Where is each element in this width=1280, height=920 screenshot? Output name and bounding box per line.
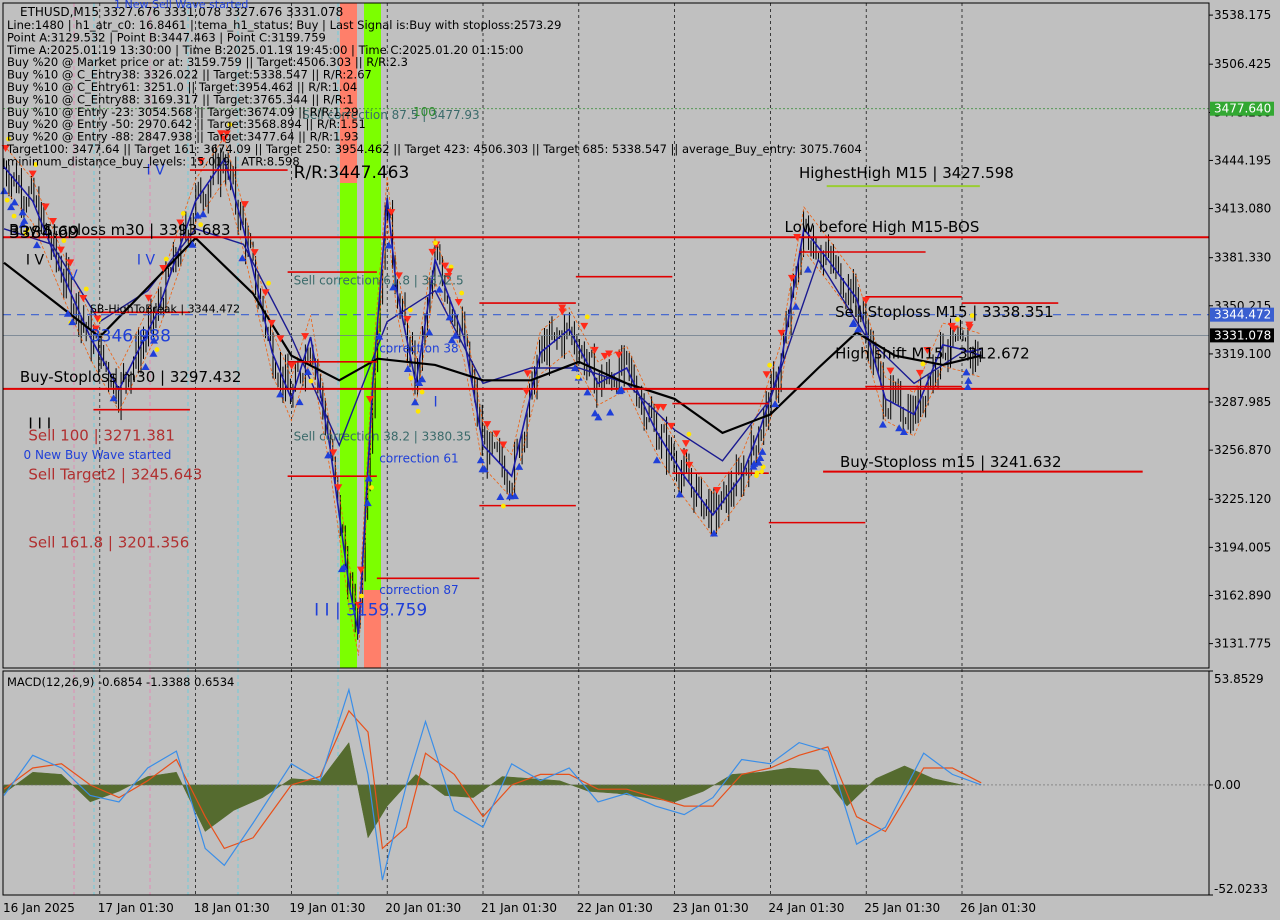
chart-label: Sell Target2 | 3245.643: [28, 465, 202, 483]
chart-label: I I I: [28, 414, 51, 432]
x-tick-label: 26 Jan 01:30: [960, 901, 1036, 915]
signal-star: [359, 593, 364, 599]
y-tick-label: 3256.870: [1214, 443, 1271, 457]
macd-y-tick-label: 53.8529: [1214, 672, 1264, 686]
info-line: minimum_distance_buy_levels: 15.019 | AT…: [7, 154, 300, 168]
macd-y-tick-label: -52.0233: [1214, 882, 1268, 896]
signal-star: [154, 347, 160, 352]
y-tick-label: 3131.775: [1214, 637, 1271, 651]
y-tick-label: 3413.080: [1214, 202, 1271, 216]
signal-star: [759, 469, 764, 475]
macd-y-tick-label: 0.00: [1214, 778, 1241, 792]
chart-label: 3346.988: [90, 327, 171, 347]
chart-label: correction 87: [379, 583, 458, 597]
signal-star: [767, 362, 773, 368]
time-axis: 16 Jan 2025 17 Jan 01:30 18 Jan 01:30 19 Ja…: [3, 901, 1036, 915]
signal-star: [180, 211, 186, 216]
chart-label: Sell 161.8 | 3201.356: [28, 533, 189, 551]
chart-label: I: [434, 395, 438, 411]
signal-star: [83, 286, 89, 292]
x-tick-label: 18 Jan 01:30: [194, 901, 270, 915]
y-tick-label: 3287.985: [1214, 395, 1271, 409]
signal-star: [415, 408, 421, 414]
signal-star: [584, 314, 590, 320]
price-badge-label: 3344.472: [1214, 308, 1271, 322]
chart-label: V: [68, 268, 78, 284]
x-tick-label: 19 Jan 01:30: [289, 901, 365, 915]
chart-label: SB-HighToBreak | 3344.472: [90, 302, 240, 315]
x-tick-label: 22 Jan 01:30: [577, 901, 653, 915]
wave-banner: 1 New Sell Wave started: [114, 0, 248, 11]
x-tick-label: 23 Jan 01:30: [673, 901, 749, 915]
signal-star: [433, 240, 438, 246]
chart-label: I I | 3159.759: [314, 600, 427, 620]
price-chart[interactable]: HighestHigh M15 | 3427.598 Low before Hig…: [0, 0, 1280, 920]
chart-label: correction 38: [379, 342, 458, 356]
y-tick-label: 3538.175: [1214, 8, 1271, 22]
y-tick-label: 3444.195: [1214, 153, 1271, 167]
chart-label: Buy-Stoploss m30 | 3297.432: [20, 368, 242, 386]
signal-star: [686, 431, 692, 437]
signal-star: [459, 290, 465, 296]
chart-label: I V: [26, 252, 45, 268]
chart-label: I V: [137, 252, 156, 268]
signal-star: [408, 375, 414, 381]
signal-star: [308, 378, 314, 384]
x-tick-label: 21 Jan 01:30: [481, 901, 557, 915]
signal-star: [419, 389, 425, 395]
y-tick-label: 3381.330: [1214, 251, 1271, 265]
price-badge-label: 3331.078: [1214, 328, 1271, 342]
chart-label: High shift M15 | 3312.672: [835, 345, 1030, 363]
chart-label: Buy-Stoploss m15 | 3241.632: [840, 453, 1062, 471]
signal-star: [11, 213, 17, 219]
x-tick-label: 17 Jan 01:30: [98, 901, 174, 915]
signal-star: [4, 197, 10, 203]
x-tick-label: 25 Jan 01:30: [864, 901, 940, 915]
chart-label: 0 New Buy Wave started: [24, 448, 172, 462]
signal-star: [500, 503, 506, 509]
chart-label: Buy-Stoploss m30 | 3393.683: [9, 221, 231, 239]
price-badge-label: 3477.640: [1214, 102, 1271, 116]
chart-label: R/R:3447.463: [294, 163, 410, 183]
signal-star: [575, 374, 581, 380]
x-tick-label: 20 Jan 01:30: [385, 901, 461, 915]
signal-star: [754, 473, 759, 478]
y-tick-label: 3162.890: [1214, 588, 1271, 602]
chart-label: Low before High M15-BOS: [784, 218, 979, 236]
signal-star: [163, 256, 169, 262]
signal-star: [369, 485, 375, 490]
chart-label: Sell-Stoploss M15 | 3338.351: [835, 303, 1054, 321]
y-tick-label: 3319.100: [1214, 347, 1271, 361]
chart-label: correction 61: [379, 451, 458, 465]
chart-label: Sell correction 38.2 | 3380.35: [294, 430, 472, 444]
x-tick-label: 24 Jan 01:30: [768, 901, 844, 915]
signal-star: [266, 280, 271, 286]
macd-label: MACD(12,26,9) -0.6854 -1.3388 0.6534: [7, 675, 234, 689]
y-tick-label: 3225.120: [1214, 492, 1271, 506]
chart-label: HighestHigh M15 | 3427.598: [799, 164, 1014, 182]
signal-star: [407, 307, 413, 313]
y-tick-label: 3194.005: [1214, 540, 1271, 554]
chart-label: Sell correction 61.8 | 3372.5: [294, 273, 464, 287]
y-tick-label: 3506.425: [1214, 57, 1271, 71]
x-tick-label: 16 Jan 2025: [3, 901, 75, 915]
chart-label: 100: [413, 105, 436, 119]
